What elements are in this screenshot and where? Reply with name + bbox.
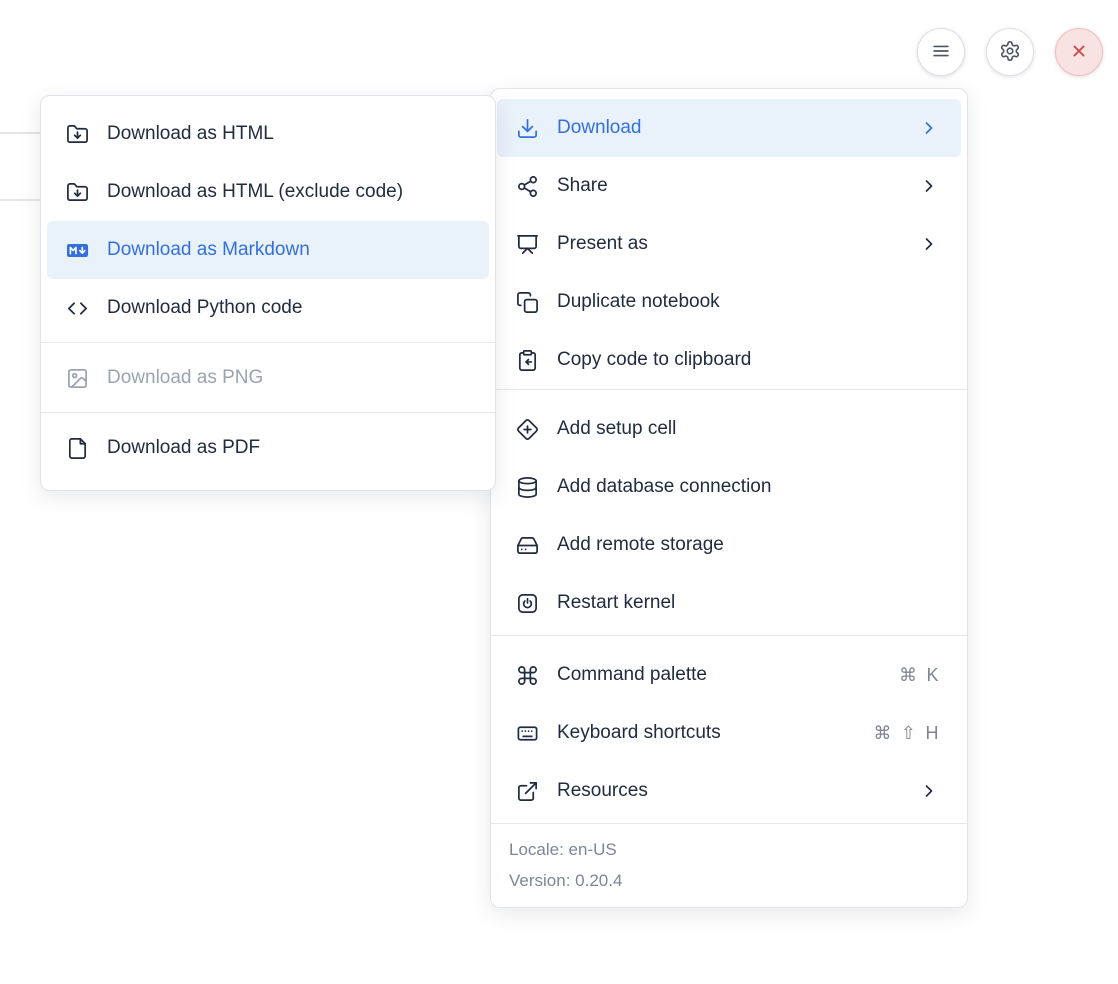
- menu-item-label: Add setup cell: [557, 418, 939, 440]
- file-icon: [66, 437, 89, 460]
- menu-item-command-palette[interactable]: Command palette⌘K: [497, 646, 961, 704]
- database-icon: [516, 476, 539, 499]
- menu-item-download-as-markdown[interactable]: Download as Markdown: [47, 221, 489, 279]
- chevron-right-icon: [919, 234, 939, 254]
- menu-section: Download as HTML Download as HTML (exclud…: [41, 96, 495, 342]
- settings-button[interactable]: [986, 28, 1034, 76]
- shortcut-key: K: [926, 665, 939, 686]
- menu-body: Download Share Present as Duplicate noteboo…: [491, 89, 967, 823]
- share-icon: [516, 175, 539, 198]
- notebook-actions-menu: Download Share Present as Duplicate noteboo…: [490, 88, 968, 908]
- menu-item-keyboard-shortcuts[interactable]: Keyboard shortcuts ⌘ ⇧ H: [497, 704, 961, 762]
- menu-item-download-as-png: Download as PNG: [47, 349, 489, 407]
- notebook-page: Download as HTML Download as HTML (exclud…: [0, 0, 1118, 984]
- chevron-right-icon: [919, 781, 939, 801]
- menu-item-label: Download as Markdown: [107, 239, 467, 261]
- menu-item-label: Restart kernel: [557, 592, 939, 614]
- menu-item-label: Download Python code: [107, 297, 467, 319]
- shortcut-key: H: [926, 723, 940, 744]
- menu-item-label: Resources: [557, 780, 901, 802]
- menu-item-resources[interactable]: Resources: [497, 762, 961, 820]
- shortcut-hint: ⌘ ⇧ H: [873, 723, 939, 744]
- menu-section: Add setup cell Add database connection Add…: [491, 390, 967, 635]
- locale-text: Locale: en-US: [509, 834, 949, 865]
- menu-item-add-setup-cell[interactable]: Add setup cell: [497, 400, 961, 458]
- chevron-right-icon: [919, 176, 939, 196]
- menu-item-download-as-html-exclude-code[interactable]: Download as HTML (exclude code): [47, 163, 489, 221]
- top-toolbar: [917, 28, 1103, 76]
- diamond-plus-icon: [516, 418, 539, 441]
- square-power-icon: [516, 592, 539, 615]
- copy-icon: [516, 291, 539, 314]
- menu-item-label: Present as: [557, 233, 901, 255]
- version-text: Version: 0.20.4: [509, 865, 949, 896]
- menu-item-add-remote-storage[interactable]: Add remote storage: [497, 516, 961, 574]
- menu-section: Download Share Present as Duplicate noteboo…: [491, 89, 967, 389]
- menu-item-download-python-code[interactable]: Download Python code: [47, 279, 489, 337]
- shortcut-key: ⌘: [873, 723, 892, 744]
- download-submenu: Download as HTML Download as HTML (exclud…: [40, 95, 496, 491]
- menu-item-download-as-pdf[interactable]: Download as PDF: [47, 419, 489, 477]
- chevron-right-icon: [919, 118, 939, 138]
- menu-item-label: Command palette: [557, 664, 881, 686]
- menu-item-download[interactable]: Download: [497, 99, 961, 157]
- gear-icon: [999, 40, 1021, 65]
- clipboard-arrow-icon: [516, 349, 539, 372]
- close-icon: [1068, 40, 1090, 65]
- menu-section: Command palette⌘KKeyboard shortcuts⌘⇧HRe…: [491, 636, 967, 823]
- shortcut-key: ⇧: [901, 723, 917, 744]
- menu-icon: [930, 40, 952, 65]
- download-icon: [516, 117, 539, 140]
- menu-item-label: Share: [557, 175, 901, 197]
- external-link-icon: [516, 780, 539, 803]
- menu-item-duplicate-notebook[interactable]: Duplicate notebook: [497, 273, 961, 331]
- menu-item-label: Download as HTML: [107, 123, 467, 145]
- menu-item-label: Add remote storage: [557, 534, 939, 556]
- background-cell-border: [0, 199, 41, 201]
- menu-footer: Locale: en-US Version: 0.20.4: [491, 823, 967, 907]
- menu-item-label: Download as PDF: [107, 437, 467, 459]
- folder-down-icon: [66, 181, 89, 204]
- markdown-download-icon: [66, 239, 89, 262]
- menu-item-present-as[interactable]: Present as: [497, 215, 961, 273]
- shortcut-hint: ⌘K: [899, 665, 939, 686]
- menu-item-restart-kernel[interactable]: Restart kernel: [497, 574, 961, 632]
- menu-item-add-database-connection[interactable]: Add database connection: [497, 458, 961, 516]
- keyboard-icon: [516, 722, 539, 745]
- shortcut-key: ⌘: [899, 665, 918, 686]
- menu-item-label: Download as PNG: [107, 367, 467, 389]
- code-icon: [66, 297, 89, 320]
- hard-drive-icon: [516, 534, 539, 557]
- menu-item-download-as-html[interactable]: Download as HTML: [47, 105, 489, 163]
- image-icon: [66, 367, 89, 390]
- menu-item-copy-code-to-clipboard[interactable]: Copy code to clipboard: [497, 331, 961, 389]
- command-icon: [516, 664, 539, 687]
- menu-item-label: Keyboard shortcuts: [557, 722, 855, 744]
- close-button[interactable]: [1055, 28, 1103, 76]
- menu-item-share[interactable]: Share: [497, 157, 961, 215]
- presentation-icon: [516, 233, 539, 256]
- menu-item-label: Add database connection: [557, 476, 939, 498]
- menu-button[interactable]: [917, 28, 965, 76]
- folder-down-icon: [66, 123, 89, 146]
- background-cell-border: [0, 132, 41, 134]
- menu-item-label: Duplicate notebook: [557, 291, 939, 313]
- menu-item-label: Download as HTML (exclude code): [107, 181, 467, 203]
- menu-item-label: Copy code to clipboard: [557, 349, 939, 371]
- menu-item-label: Download: [557, 117, 901, 139]
- menu-section: Download as PDF: [41, 413, 495, 490]
- menu-section: Download as PNG: [41, 343, 495, 412]
